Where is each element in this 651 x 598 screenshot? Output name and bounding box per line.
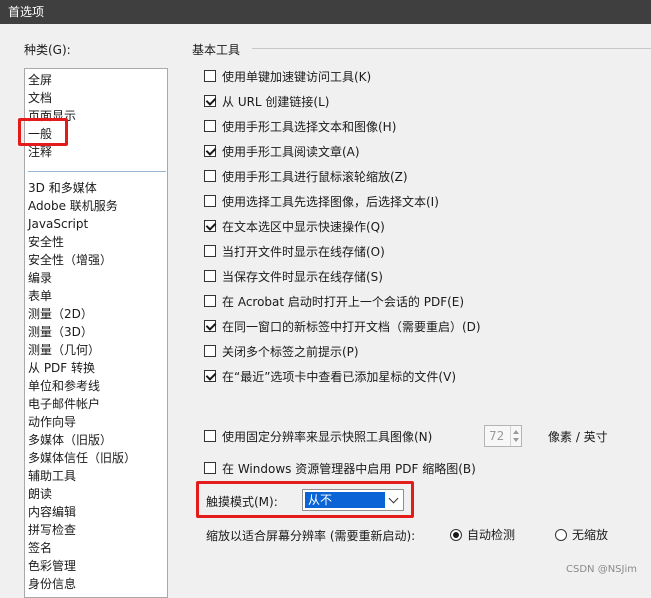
category-item[interactable]: 安全性（增强） [28, 251, 112, 269]
category-item[interactable]: 测量（2D） [28, 305, 93, 323]
touch-mode-label: 触摸模式(M): [206, 495, 278, 509]
stepper-down-icon[interactable] [513, 438, 519, 442]
category-item[interactable]: 朗读 [28, 485, 52, 503]
option-row[interactable]: 使用选择工具先选择图像，后选择文本(I) [204, 192, 439, 210]
checkbox-unchecked[interactable] [204, 120, 216, 132]
checkbox-checked[interactable] [204, 370, 216, 382]
category-item[interactable]: 动作向导 [28, 413, 76, 431]
category-item[interactable]: 表单 [28, 287, 52, 305]
option-label: 当保存文件时显示在线存储(S) [222, 269, 383, 284]
option-label: 使用手形工具选择文本和图像(H) [222, 119, 397, 134]
checkbox-unchecked[interactable] [204, 270, 216, 282]
scaling-none-radio[interactable]: 无缩放 [555, 526, 608, 543]
category-item[interactable]: 辅助工具 [28, 467, 76, 485]
checkbox-unchecked[interactable] [204, 195, 216, 207]
checkbox-checked[interactable] [204, 95, 216, 107]
touch-mode-value: 从不 [305, 492, 385, 508]
chevron-down-icon [388, 493, 399, 504]
category-item-fullscreen[interactable]: 全屏 [28, 71, 52, 89]
option-row[interactable]: 使用手形工具选择文本和图像(H) [204, 117, 396, 135]
watermark: CSDN @NSJim [566, 564, 637, 575]
category-item[interactable]: JavaScript [28, 215, 88, 233]
category-item[interactable]: 拼写检查 [28, 521, 76, 539]
category-item[interactable]: Adobe 联机服务 [28, 197, 118, 215]
thumbnail-checkbox[interactable] [204, 462, 216, 474]
snapshot-label: 使用固定分辨率来显示快照工具图像(N) [222, 429, 433, 444]
option-row[interactable]: 当保存文件时显示在线存储(S) [204, 267, 383, 285]
checkbox-unchecked[interactable] [204, 70, 216, 82]
thumbnail-option[interactable]: 在 Windows 资源管理器中启用 PDF 缩略图(B) [204, 459, 476, 477]
option-row[interactable]: 关闭多个标签之前提示(P) [204, 342, 359, 360]
checkbox-unchecked[interactable] [204, 245, 216, 257]
option-label: 使用手形工具进行鼠标滚轮缩放(Z) [222, 169, 408, 184]
option-row[interactable]: 使用手形工具阅读文章(A) [204, 142, 360, 160]
basic-tools-title: 基本工具 [192, 43, 241, 57]
scaling-none-label: 无缩放 [572, 528, 609, 542]
category-item[interactable]: 编录 [28, 269, 52, 287]
category-item[interactable]: 多媒体（旧版） [28, 431, 112, 449]
radio-unselected-icon[interactable] [555, 528, 567, 541]
option-row[interactable]: 使用手形工具进行鼠标滚轮缩放(Z) [204, 167, 408, 185]
resolution-unit: 像素 / 英寸 [548, 430, 608, 444]
option-label: 使用选择工具先选择图像，后选择文本(I) [222, 194, 439, 209]
checkbox-unchecked[interactable] [204, 170, 216, 182]
category-item[interactable]: 多媒体信任（旧版） [28, 449, 136, 467]
category-item[interactable]: 测量（几何） [28, 341, 100, 359]
snapshot-option[interactable]: 使用固定分辨率来显示快照工具图像(N) [204, 427, 432, 445]
checkbox-checked[interactable] [204, 145, 216, 157]
resolution-value: 72 [489, 429, 505, 443]
radio-selected-icon[interactable] [450, 528, 462, 541]
checkbox-checked[interactable] [204, 220, 216, 232]
scaling-auto-label: 自动检测 [467, 528, 516, 542]
category-label: 种类(G): [24, 43, 71, 57]
option-label: 关闭多个标签之前提示(P) [222, 344, 359, 359]
category-item[interactable]: 单位和参考线 [28, 377, 100, 395]
option-label: 从 URL 创建链接(L) [222, 94, 330, 109]
category-item[interactable]: 从 PDF 转换 [28, 359, 95, 377]
touch-mode-select[interactable]: 从不 [302, 489, 404, 511]
window-title: 首选项 [0, 0, 651, 24]
stepper-buttons[interactable] [510, 426, 521, 446]
category-list[interactable]: 全屏 文档 页面显示 一般 注释 3D 和多媒体 Adobe 联机服务 Java… [24, 68, 168, 598]
category-item[interactable]: 测量（3D） [28, 323, 93, 341]
category-item[interactable]: 电子邮件帐户 [28, 395, 100, 413]
group-separator [252, 48, 651, 49]
option-label: 使用手形工具阅读文章(A) [222, 144, 360, 159]
category-item[interactable]: 色彩管理 [28, 557, 76, 575]
option-row[interactable]: 在“最近”选项卡中查看已添加星标的文件(V) [204, 367, 456, 385]
snapshot-checkbox[interactable] [204, 430, 216, 442]
category-item[interactable]: 签名 [28, 539, 52, 557]
thumbnail-label: 在 Windows 资源管理器中启用 PDF 缩略图(B) [222, 461, 476, 476]
option-label: 在 Acrobat 启动时打开上一个会话的 PDF(E) [222, 294, 465, 309]
scaling-label: 缩放以适合屏幕分辨率 (需要重新启动): [206, 529, 416, 543]
scaling-auto-radio[interactable]: 自动检测 [450, 526, 515, 543]
category-divider [28, 171, 166, 172]
option-row[interactable]: 当打开文件时显示在线存储(O) [204, 242, 385, 260]
checkbox-unchecked[interactable] [204, 345, 216, 357]
option-row[interactable]: 在同一窗口的新标签中打开文档（需要重启）(D) [204, 317, 481, 335]
option-row[interactable]: 从 URL 创建链接(L) [204, 92, 330, 110]
category-item[interactable]: 内容编辑 [28, 503, 76, 521]
option-row[interactable]: 使用单键加速键访问工具(K) [204, 67, 371, 85]
checkbox-unchecked[interactable] [204, 295, 216, 307]
category-item[interactable]: 3D 和多媒体 [28, 179, 97, 197]
option-label: 当打开文件时显示在线存储(O) [222, 244, 385, 259]
highlight-box-general [18, 118, 68, 146]
category-item[interactable]: 安全性 [28, 233, 64, 251]
resolution-stepper[interactable]: 72 [484, 425, 522, 447]
checkbox-checked[interactable] [204, 320, 216, 332]
option-label: 在“最近”选项卡中查看已添加星标的文件(V) [222, 369, 457, 384]
option-row[interactable]: 在文本选区中显示快速操作(Q) [204, 217, 385, 235]
option-row[interactable]: 在 Acrobat 启动时打开上一个会话的 PDF(E) [204, 292, 464, 310]
option-label: 使用单键加速键访问工具(K) [222, 69, 372, 84]
option-label: 在文本选区中显示快速操作(Q) [222, 219, 385, 234]
category-item-document[interactable]: 文档 [28, 89, 52, 107]
stepper-up-icon[interactable] [513, 430, 519, 434]
option-label: 在同一窗口的新标签中打开文档（需要重启）(D) [222, 319, 481, 334]
category-item[interactable]: 身份信息 [28, 575, 76, 593]
